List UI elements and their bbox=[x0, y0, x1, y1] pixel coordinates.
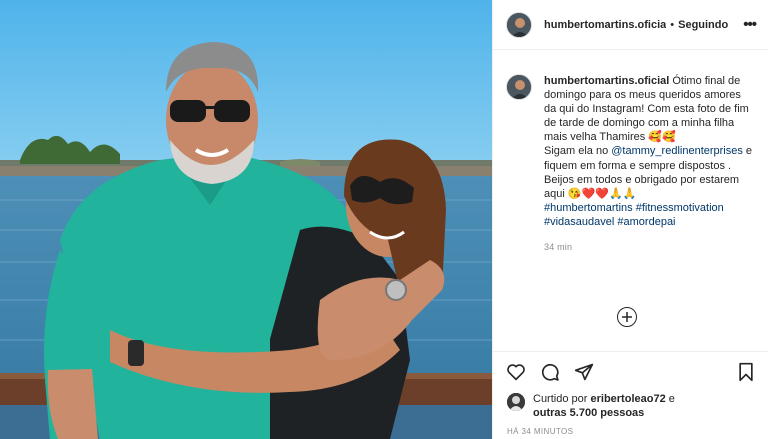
caption-text-2: Sigam ela no bbox=[544, 145, 612, 158]
liker-username[interactable]: eribertoleao72 bbox=[590, 393, 665, 405]
caption-username[interactable]: humbertomartins.oficial bbox=[544, 75, 669, 87]
follow-status-button[interactable]: Seguindo bbox=[678, 19, 728, 31]
post-side-panel: humbertomartins.oficia • Seguindo ••• hu… bbox=[492, 0, 768, 439]
hashtags: #humbertomartins #fitnessmotivation #vid… bbox=[544, 201, 754, 229]
bookmark-glyph bbox=[739, 362, 753, 382]
post-timestamp[interactable]: HÁ 34 MINUTOS bbox=[493, 420, 768, 436]
avatar[interactable] bbox=[506, 11, 532, 38]
mention-link[interactable]: @tammy_redlinenterprises bbox=[611, 145, 743, 157]
caption-paragraph-2: Sigam ela no @tammy_redlinenterprises e … bbox=[544, 144, 754, 200]
plus-glyph bbox=[622, 312, 632, 322]
hashtag-link[interactable]: #humbertomartins bbox=[544, 202, 633, 214]
likes-prefix: Curtido por bbox=[533, 393, 591, 405]
plus-circle-icon[interactable] bbox=[617, 307, 637, 327]
post-footer: Curtido por eribertoleao72 e outras 5.70… bbox=[493, 351, 768, 439]
comment-glyph bbox=[541, 363, 559, 381]
photo-illustration bbox=[0, 0, 492, 439]
liker-avatar[interactable] bbox=[507, 393, 525, 411]
action-bar bbox=[493, 352, 768, 392]
heart-icon[interactable] bbox=[505, 361, 527, 383]
more-icon[interactable]: ••• bbox=[743, 17, 757, 32]
likes-summary: Curtido por eribertoleao72 e outras 5.70… bbox=[493, 392, 768, 420]
share-glyph bbox=[574, 363, 594, 381]
caption: humbertomartins.oficial Ótimo final de d… bbox=[493, 50, 768, 254]
post-modal: humbertomartins.oficia • Seguindo ••• hu… bbox=[0, 0, 768, 439]
header-username[interactable]: humbertomartins.oficia bbox=[544, 19, 666, 31]
hashtag-link[interactable]: #amordepai bbox=[617, 216, 675, 228]
likes-middle: e bbox=[665, 393, 675, 405]
comment-icon[interactable] bbox=[539, 361, 561, 383]
post-header: humbertomartins.oficia • Seguindo ••• bbox=[493, 0, 768, 50]
caption-time: 34 min bbox=[544, 242, 573, 253]
avatar-image bbox=[507, 12, 531, 37]
avatar-image bbox=[507, 75, 531, 99]
hashtag-link[interactable]: #vidasaudavel bbox=[544, 216, 614, 228]
likes-others-link[interactable]: outras 5.700 pessoas bbox=[533, 407, 644, 419]
share-icon[interactable] bbox=[573, 361, 595, 383]
heart-glyph bbox=[507, 364, 525, 381]
header-separator: • bbox=[670, 18, 675, 31]
bookmark-icon[interactable] bbox=[735, 361, 757, 383]
post-photo[interactable] bbox=[0, 0, 492, 439]
liker-avatar-image bbox=[507, 393, 525, 411]
caption-paragraph-1: humbertomartins.oficial Ótimo final de d… bbox=[544, 74, 754, 144]
caption-avatar[interactable] bbox=[506, 74, 532, 100]
likes-text: Curtido por eribertoleao72 e outras 5.70… bbox=[533, 392, 675, 420]
hashtag-link[interactable]: #fitnessmotivation bbox=[636, 202, 724, 214]
caption-body: humbertomartins.oficial Ótimo final de d… bbox=[544, 74, 754, 254]
